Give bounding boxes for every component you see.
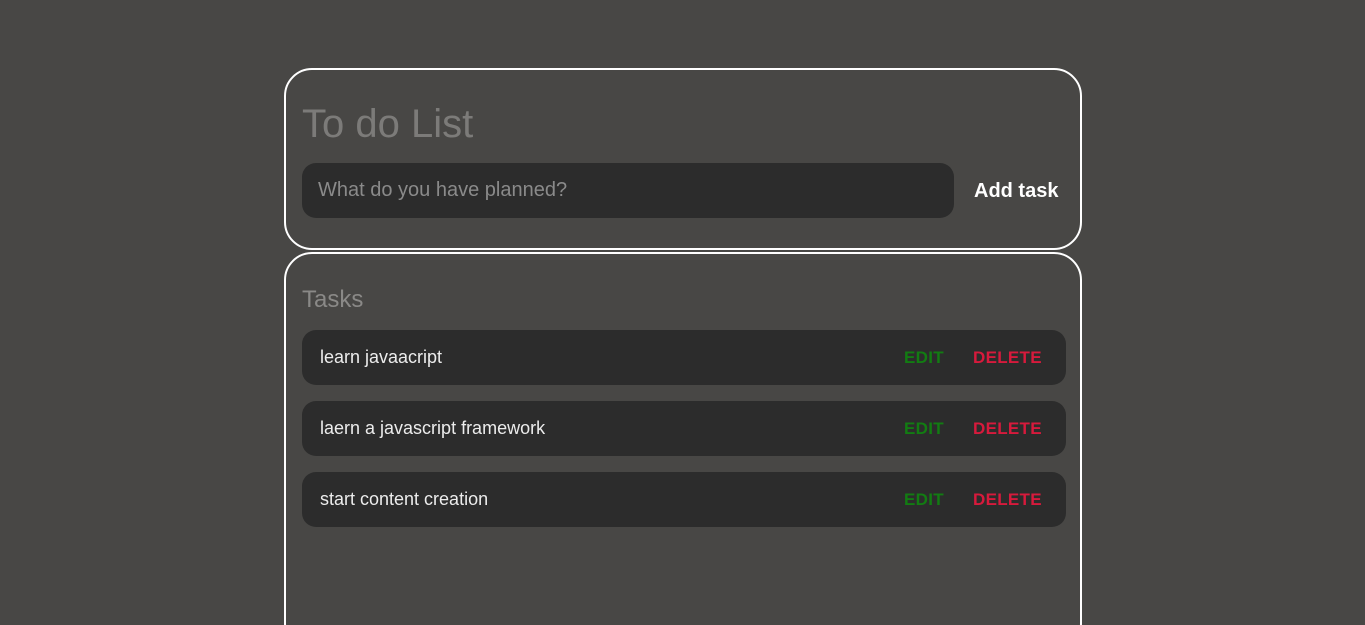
delete-task-button[interactable]: DELETE (973, 472, 1042, 527)
task-text: laern a javascript framework (320, 418, 546, 438)
task-text: start content creation (320, 489, 489, 509)
edit-task-button[interactable]: EDIT (904, 472, 944, 527)
task-item: learn javaacript EDIT DELETE (302, 330, 1066, 385)
tasks-heading: Tasks (302, 286, 364, 313)
app-title: To do List (302, 102, 474, 146)
tasks-card: Tasks learn javaacript EDIT DELETE laern… (284, 252, 1082, 625)
delete-task-button[interactable]: DELETE (973, 401, 1042, 456)
edit-task-button[interactable]: EDIT (904, 330, 944, 385)
add-task-button[interactable]: Add task (968, 171, 1064, 211)
header-card: To do List Add task (284, 68, 1082, 250)
task-item: start content creation EDIT DELETE (302, 472, 1066, 527)
delete-task-button[interactable]: DELETE (973, 330, 1042, 385)
task-item: laern a javascript framework EDIT DELETE (302, 401, 1066, 456)
task-list: learn javaacript EDIT DELETE laern a jav… (302, 330, 1066, 543)
todo-app: To do List Add task Tasks learn javaacri… (0, 0, 1365, 625)
new-task-form: Add task (302, 163, 1066, 219)
new-task-input[interactable] (302, 163, 954, 218)
edit-task-button[interactable]: EDIT (904, 401, 944, 456)
task-text: learn javaacript (320, 347, 443, 367)
